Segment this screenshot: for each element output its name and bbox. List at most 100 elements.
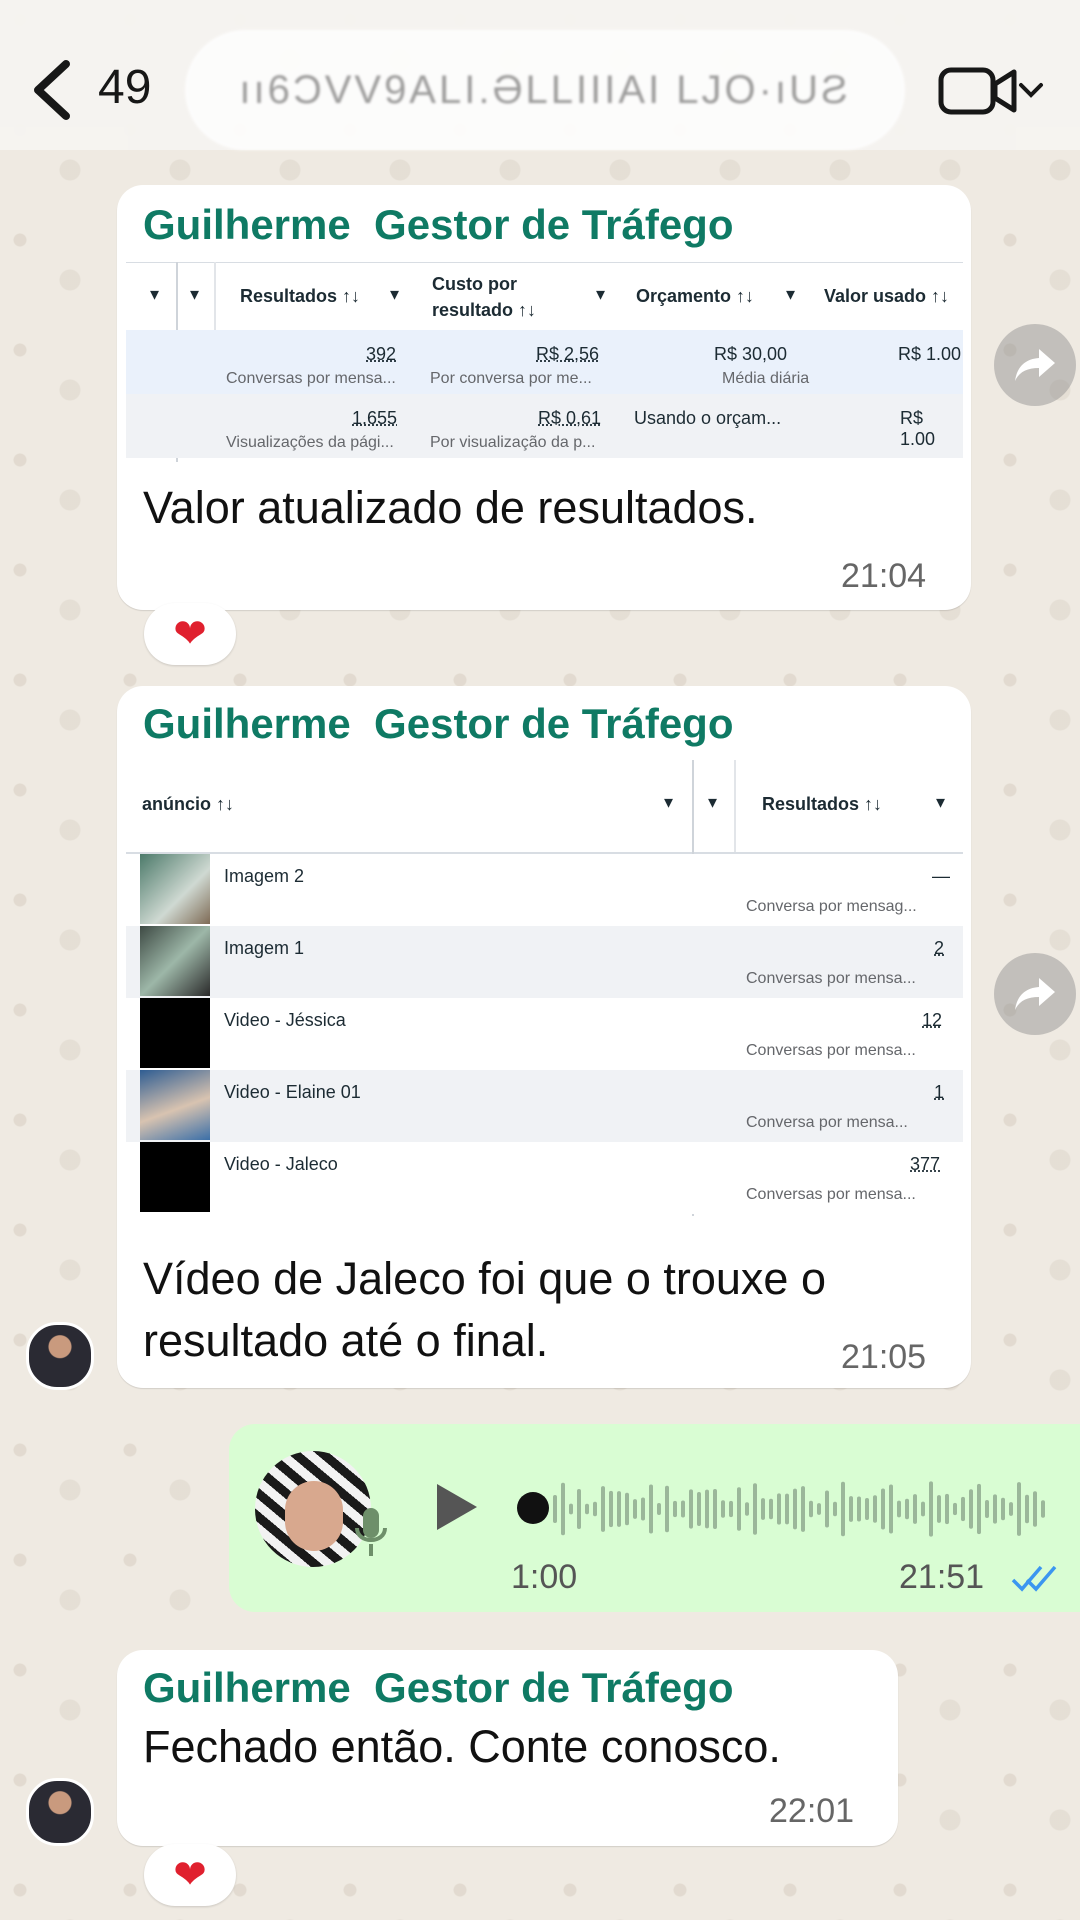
col-header-resultados[interactable]: Resultados ↑↓ [240,286,360,307]
divider [214,262,216,330]
waveform-bar [617,1491,621,1527]
ad-result-sub: Conversas por mensa... [746,1042,916,1059]
ad-name: Video - Jéssica [224,1010,346,1030]
table-row[interactable]: Video - Jaleco 377 Conversas por mensa..… [126,1142,963,1214]
caret-down-icon[interactable]: ▾ [708,792,717,813]
waveform-bar [553,1495,557,1523]
forward-button[interactable] [994,953,1076,1035]
cell-resultados: 1.655 [352,408,398,428]
message-time: 21:05 [841,1338,927,1376]
table-row[interactable]: Video - Jéssica 12 Conversas por mensa..… [126,998,963,1070]
col-header-anuncio[interactable]: anúncio ↑↓ [142,794,234,815]
waveform-bar [825,1490,829,1528]
waveform-bar [689,1489,693,1529]
ad-result: 377 [910,1154,941,1174]
waveform-bar [593,1501,597,1517]
waveform-bar [833,1501,837,1517]
cell-sub: Conversas por mensa... [226,370,396,387]
waveform-bar [921,1501,925,1517]
table-row[interactable]: 392 Conversas por mensa... R$ 2,56 Por c… [126,330,963,394]
sender-name: Guilherme Gestor de Tráfego [143,1664,734,1711]
waveform-bar [713,1488,717,1530]
ad-result-sub: Conversas por mensa... [746,1186,916,1203]
cell-sub: Média diária [722,370,810,387]
waveform-bar [937,1495,941,1523]
caret-down-icon[interactable]: ▾ [190,284,199,305]
waveform-bar [961,1496,965,1522]
waveform-bar [705,1489,709,1529]
heart-reaction-icon[interactable]: ❤ [144,603,236,665]
caret-down-icon[interactable]: ▾ [664,792,673,813]
contact-name[interactable]: ıı6ƆVV9ALI.ƏLLIIIAI LJO·ıUƧ [185,30,905,150]
waveform-bar [577,1488,581,1530]
waveform-bar [729,1500,733,1518]
waveform-bar [585,1503,589,1515]
waveform-bar [641,1497,645,1521]
waveform[interactable] [549,1464,1049,1554]
playback-scrubber[interactable] [517,1492,549,1524]
cell-sub: Por visualização da p... [430,434,596,451]
waveform-bar [977,1483,981,1535]
sender-avatar[interactable] [26,1322,94,1390]
table-row[interactable]: Video - Elaine 01 1 Conversa por mensa..… [126,1070,963,1142]
waveform-bar [985,1500,989,1518]
waveform-bar [625,1492,629,1526]
table-row[interactable]: Imagem 1 2 Conversas por mensa... [126,926,963,998]
sender-avatar[interactable] [26,1778,94,1846]
forward-button[interactable] [994,324,1076,406]
col-header-resultados[interactable]: Resultados ↑↓ [762,794,882,815]
waveform-bar [753,1483,757,1535]
waveform-bar [929,1481,933,1537]
waveform-bar [809,1500,813,1518]
waveform-bar [633,1499,637,1519]
divider [734,760,736,852]
caret-down-icon[interactable]: ▾ [786,284,795,305]
waveform-bar [785,1493,789,1525]
ad-thumbnail [140,1142,210,1212]
waveform-bar [601,1486,605,1532]
waveform-bar [857,1496,861,1522]
waveform-bar [665,1485,669,1533]
ad-result-sub: Conversa por mensag... [746,898,917,915]
ad-thumbnail [140,998,210,1068]
waveform-bar [681,1500,685,1518]
play-icon[interactable] [435,1482,479,1532]
caret-down-icon[interactable]: ▾ [150,284,159,305]
waveform-bar [569,1503,573,1515]
waveform-bar [993,1494,997,1524]
ad-result-sub: Conversas por mensa... [746,970,916,987]
col-header-orcamento[interactable]: Orçamento ↑↓ [636,286,754,307]
ad-thumbnail [140,1070,210,1140]
col-header-custo-line2[interactable]: resultado ↑↓ [432,300,536,321]
waveform-bar [1001,1497,1005,1521]
ads-list-screenshot[interactable]: anúncio ↑↓ ▾ ▾ Resultados ↑↓ ▾ Imagem 2 … [126,760,963,1216]
chevron-down-icon[interactable] [1018,80,1044,100]
unread-count[interactable]: 49 [98,60,151,115]
ads-report-screenshot[interactable]: ▾ ▾ Resultados ↑↓ ▾ Custo por resultado … [126,262,963,462]
message-bubble[interactable]: Guilherme Gestor de Tráfego Fechado entã… [117,1650,898,1846]
ad-result: 2 [934,938,945,958]
voice-message-bubble[interactable]: 1:00 21:51 [229,1424,1080,1612]
waveform-bar [897,1500,901,1518]
heart-reaction-icon[interactable]: ❤ [144,1844,236,1906]
ad-result: — [932,866,950,886]
chevron-left-icon[interactable] [28,58,76,122]
caret-down-icon[interactable]: ▾ [596,284,605,305]
ad-name: Imagem 2 [224,866,305,886]
waveform-bar [657,1502,661,1516]
caret-down-icon[interactable]: ▾ [390,284,399,305]
table-row[interactable]: Imagem 2 — Conversa por mensag... [126,854,963,926]
waveform-bar [721,1500,725,1518]
col-header-valor-usado[interactable]: Valor usado ↑↓ [824,286,949,307]
ad-name: Video - Elaine 01 [224,1082,361,1102]
caret-down-icon[interactable]: ▾ [936,792,945,813]
waveform-bar [801,1486,805,1532]
table-row[interactable]: 1.655 Visualizações da pági... R$ 0,61 P… [126,394,963,458]
video-camera-icon[interactable] [938,66,1018,116]
message-text: Valor atualizado de resultados. [143,482,758,533]
message-time: 21:04 [841,557,927,595]
col-header-custo-line1[interactable]: Custo por [432,274,517,295]
waveform-bar [793,1488,797,1530]
waveform-bar [881,1488,885,1530]
waveform-bar [953,1502,957,1516]
